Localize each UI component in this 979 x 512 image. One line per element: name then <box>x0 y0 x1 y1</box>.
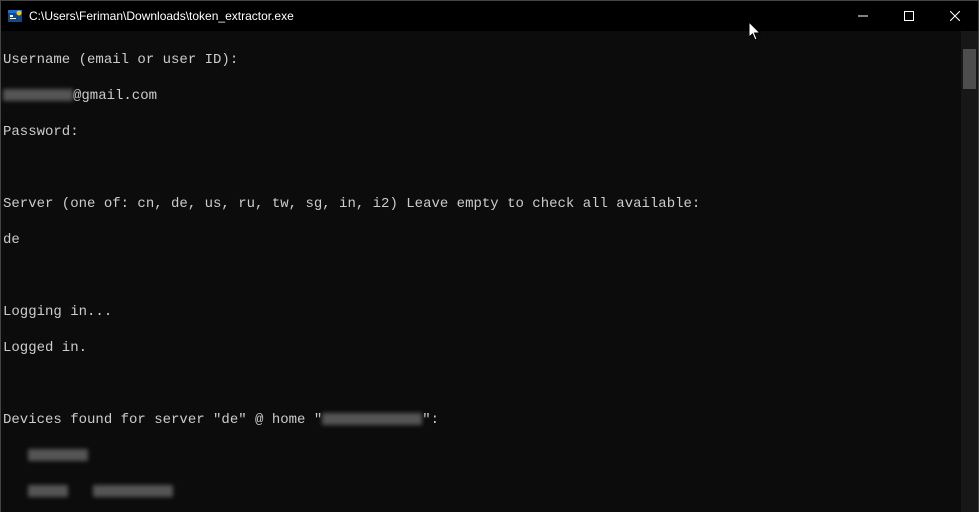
close-icon <box>950 11 960 21</box>
prompt-username: Username (email or user ID): <box>3 51 961 69</box>
blank-line <box>3 375 961 393</box>
redacted-home-name <box>322 413 422 425</box>
app-icon <box>7 8 23 24</box>
logging-in: Logging in... <box>3 303 961 321</box>
email-suffix: @gmail.com <box>73 88 157 104</box>
scrollbar-thumb[interactable] <box>963 49 976 89</box>
separator-line <box>3 447 961 465</box>
console-window: C:\Users\Feriman\Downloads\token_extract… <box>0 0 979 512</box>
redacted-email-prefix <box>3 89 73 101</box>
logged-in: Logged in. <box>3 339 961 357</box>
email-line: @gmail.com <box>3 87 961 105</box>
device1-name <box>3 483 961 501</box>
terminal-output[interactable]: Username (email or user ID): @gmail.com … <box>1 31 961 512</box>
close-button[interactable] <box>932 1 978 31</box>
window-title: C:\Users\Feriman\Downloads\token_extract… <box>29 9 302 23</box>
minimize-button[interactable] <box>840 1 886 31</box>
client-area: Username (email or user ID): @gmail.com … <box>1 31 978 512</box>
devices-header: Devices found for server "de" @ home "": <box>3 411 961 429</box>
server-value: de <box>3 231 961 249</box>
prompt-password: Password: <box>3 123 961 141</box>
maximize-icon <box>904 11 914 21</box>
prompt-server: Server (one of: cn, de, us, ru, tw, sg, … <box>3 195 961 213</box>
maximize-button[interactable] <box>886 1 932 31</box>
blank-line <box>3 267 961 285</box>
vertical-scrollbar[interactable] <box>961 31 978 512</box>
blank-line <box>3 159 961 177</box>
minimize-icon <box>858 11 868 21</box>
titlebar[interactable]: C:\Users\Feriman\Downloads\token_extract… <box>1 1 978 31</box>
